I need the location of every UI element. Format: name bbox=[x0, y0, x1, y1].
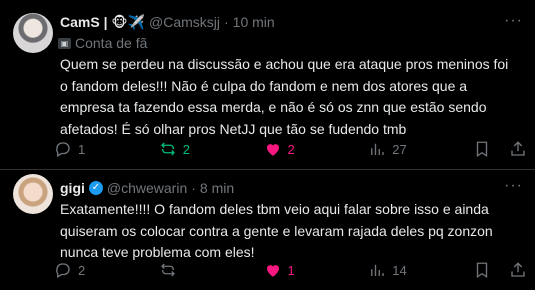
tweet-text: Quem se perdeu na discussão e achou que … bbox=[60, 56, 509, 137]
author-name[interactable]: CamS | 🐵✈️ bbox=[60, 14, 145, 31]
separator-dot: · bbox=[191, 180, 196, 196]
tweet-time[interactable]: 8 min bbox=[200, 180, 234, 196]
heart-icon bbox=[266, 265, 279, 277]
like-count: 2 bbox=[287, 141, 295, 157]
more-icon[interactable]: ··· bbox=[504, 12, 523, 30]
repost-icon bbox=[160, 263, 175, 277]
author-handle[interactable]: @Camsksjj bbox=[149, 14, 220, 30]
secondary-actions bbox=[473, 140, 527, 158]
views-count: 27 bbox=[392, 141, 407, 157]
repost-button[interactable]: 2 bbox=[159, 140, 199, 158]
fan-account-label: ▣ Conta de fã bbox=[58, 35, 147, 51]
reply-icon bbox=[56, 142, 70, 157]
tweet-2[interactable]: gigi ✓ @chwewarin · 8 min ··· Exatamente… bbox=[0, 169, 535, 290]
tweet-header: CamS | 🐵✈️ @Camsksjj · 10 min bbox=[60, 13, 275, 31]
repost-button[interactable] bbox=[159, 261, 199, 279]
separator-dot: · bbox=[224, 14, 229, 30]
share-icon[interactable] bbox=[509, 140, 527, 158]
tweet-1[interactable]: CamS | 🐵✈️ @Camsksjj · 10 min ··· ▣ Cont… bbox=[0, 0, 535, 169]
avatar[interactable] bbox=[13, 13, 53, 53]
repost-icon bbox=[160, 142, 175, 156]
reply-button[interactable]: 2 bbox=[54, 261, 94, 279]
like-button[interactable]: 2 bbox=[264, 140, 304, 158]
bookmark-icon[interactable] bbox=[473, 261, 491, 279]
share-icon[interactable] bbox=[509, 261, 527, 279]
fan-badge-icon: ▣ bbox=[58, 37, 71, 49]
avatar[interactable] bbox=[13, 174, 53, 214]
tweet-actions: 1 2 2 27 bbox=[54, 140, 527, 158]
views-button[interactable]: 14 bbox=[368, 261, 408, 279]
reply-button[interactable]: 1 bbox=[54, 140, 94, 158]
reply-count: 2 bbox=[78, 262, 86, 278]
tweet-actions: 2 1 14 bbox=[54, 261, 527, 279]
reply-count: 1 bbox=[78, 141, 86, 157]
more-icon[interactable]: ··· bbox=[504, 177, 523, 195]
tweet-text: Exatamente!!!! O fandom deles tbm veio a… bbox=[60, 201, 493, 260]
views-count: 14 bbox=[392, 262, 407, 278]
views-icon bbox=[371, 143, 384, 155]
fan-label-text: Conta de fã bbox=[75, 35, 148, 51]
like-count: 1 bbox=[287, 262, 295, 278]
reply-icon bbox=[56, 263, 70, 278]
repost-count: 2 bbox=[182, 141, 190, 157]
tweet-header: gigi ✓ @chwewarin · 8 min bbox=[60, 179, 234, 197]
secondary-actions bbox=[473, 261, 527, 279]
author-handle[interactable]: @chwewarin bbox=[107, 180, 187, 196]
like-button[interactable]: 1 bbox=[264, 261, 304, 279]
views-icon bbox=[371, 264, 384, 276]
heart-icon bbox=[266, 144, 279, 156]
tweet-time[interactable]: 10 min bbox=[233, 14, 275, 30]
bookmark-icon[interactable] bbox=[473, 140, 491, 158]
verified-icon: ✓ bbox=[88, 181, 103, 195]
author-name[interactable]: gigi bbox=[60, 180, 85, 196]
views-button[interactable]: 27 bbox=[368, 140, 408, 158]
